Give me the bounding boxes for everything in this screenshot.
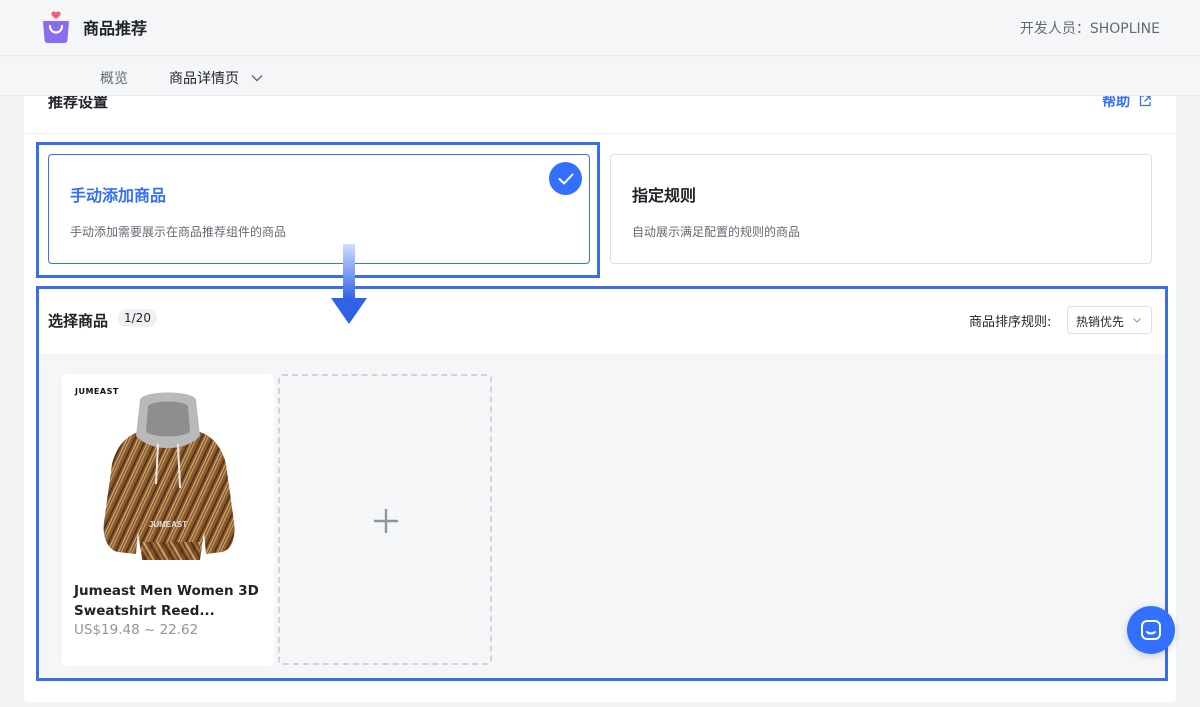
tab-product-detail[interactable]: 商品详情页 [169, 68, 263, 88]
option-desc: 自动展示满足配置的规则的商品 [632, 225, 801, 239]
option-manual-add[interactable]: 手动添加商品 手动添加需要展示在商品推荐组件的商品 [48, 154, 590, 264]
option-title: 指定规则 [632, 186, 697, 205]
developer-info: 开发人员：SHOPLINE [1019, 21, 1160, 37]
chat-icon [1141, 620, 1161, 640]
sort-value: 热销优先 [1076, 315, 1125, 329]
top-bar: 商品推荐 开发人员：SHOPLINE [0, 0, 1200, 56]
tab-overview[interactable]: 概览 [100, 68, 128, 88]
check-icon [549, 162, 582, 195]
shopping-bag-heart-icon [43, 11, 69, 43]
product-price: US$19.48 ~ 22.62 [74, 622, 199, 638]
app-title: 商品推荐 [83, 19, 148, 38]
select-products-title: 选择商品 [48, 312, 109, 330]
sort-select[interactable]: 热销优先 [1067, 306, 1152, 334]
option-rule[interactable]: 指定规则 自动展示满足配置的规则的商品 [610, 154, 1152, 264]
chat-button[interactable] [1127, 606, 1175, 654]
sort-label: 商品排序规则: [969, 315, 1052, 330]
add-product-button[interactable] [278, 374, 492, 665]
option-desc: 手动添加需要展示在商品推荐组件的商品 [70, 225, 287, 239]
sub-nav: 概览 商品详情页 [0, 57, 1200, 96]
product-name: Jumeast Men Women 3D Sweatshirt Reed... [74, 583, 259, 619]
option-title: 手动添加商品 [70, 186, 167, 205]
chevron-down-icon [251, 75, 263, 82]
help-label: 帮助 [1102, 94, 1131, 110]
divider [24, 133, 1200, 134]
arrow-down-icon [331, 244, 367, 324]
external-link-icon [1139, 95, 1151, 107]
product-count-badge: 1/20 [118, 309, 157, 327]
product-card[interactable]: JUMEAST JUMEAST Jumeast Men Women 3D Swe… [62, 374, 274, 666]
tab-product-detail-label: 商品详情页 [169, 71, 239, 87]
chevron-down-icon [1133, 318, 1141, 323]
svg-text:JUMEAST: JUMEAST [149, 520, 187, 529]
product-image: JUMEAST [103, 392, 235, 560]
plus-icon [374, 509, 398, 533]
